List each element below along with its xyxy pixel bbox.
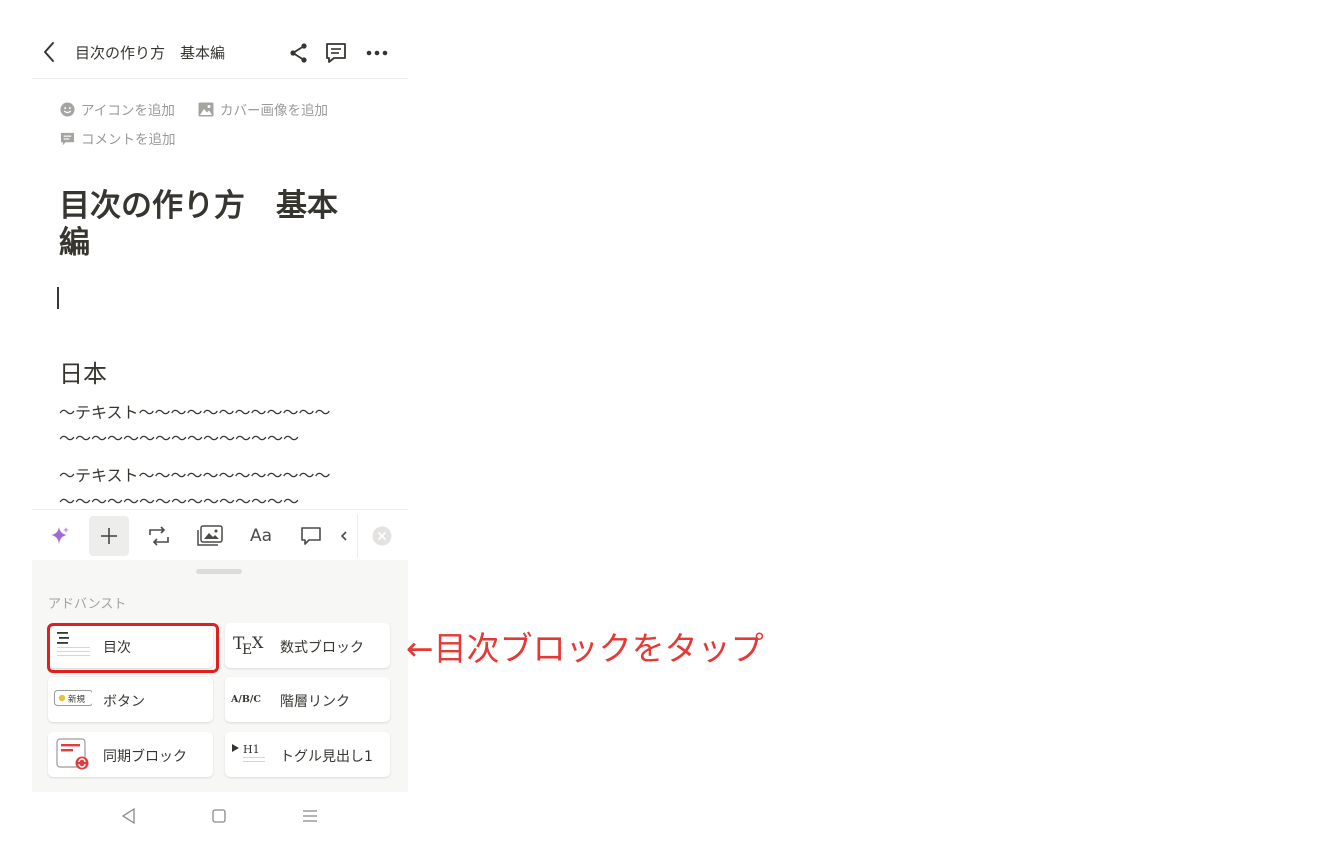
text-style-button[interactable]: Aa — [241, 516, 281, 556]
text-cursor — [57, 287, 59, 309]
block-option-label: トグル見出し1 — [280, 749, 373, 765]
add-icon-button[interactable]: アイコンを追加 — [60, 99, 175, 119]
top-bar: 目次の作り方 基本編 — [32, 22, 408, 79]
heading-block[interactable]: 日本 — [59, 354, 107, 389]
add-comment-label: コメントを追加 — [81, 132, 176, 148]
page-title[interactable]: 目次の作り方 基本 編 — [59, 188, 379, 262]
comment-bubble-icon — [60, 132, 75, 145]
scroll-left-button[interactable] — [334, 516, 354, 556]
breadcrumb-icon: A/B/C — [231, 694, 261, 705]
block-option-table-of-contents[interactable]: 目次 — [48, 623, 213, 668]
comment-button[interactable] — [291, 516, 331, 556]
header-title: 目次の作り方 基本編 — [75, 44, 226, 62]
button-badge-icon: 新規 — [54, 690, 92, 706]
chevron-left-icon — [340, 531, 347, 541]
block-option-math-block[interactable]: TEX 数式ブロック — [225, 623, 390, 668]
sparkle-icon — [51, 527, 69, 544]
annotation-text: ←目次ブロックをタップ — [406, 629, 764, 668]
svg-text:H1: H1 — [243, 743, 260, 756]
block-option-synced-block[interactable]: 同期ブロック — [48, 732, 213, 777]
block-option-label: 階層リンク — [280, 694, 350, 710]
nav-back-icon[interactable] — [119, 806, 139, 826]
svg-text:新規: 新規 — [68, 694, 86, 705]
add-block-button[interactable] — [89, 516, 129, 556]
gallery-icon — [197, 525, 223, 546]
synced-block-icon — [56, 738, 89, 770]
block-option-breadcrumb[interactable]: A/B/C 階層リンク — [225, 677, 390, 722]
add-icon-label: アイコンを追加 — [81, 103, 175, 119]
system-nav-bar — [32, 792, 408, 842]
editor-toolbar: Aa — [32, 509, 408, 562]
image-icon — [198, 102, 214, 116]
comment-icon — [301, 527, 321, 545]
text-block[interactable]: 〜テキスト〜〜〜〜〜〜〜〜〜〜〜〜 〜〜〜〜〜〜〜〜〜〜〜〜〜〜〜 — [59, 400, 331, 452]
add-cover-button[interactable]: カバー画像を追加 — [198, 99, 328, 119]
close-circle-icon — [372, 526, 392, 546]
nav-home-icon[interactable] — [209, 806, 229, 826]
share-icon[interactable] — [288, 42, 310, 64]
add-cover-label: カバー画像を追加 — [220, 103, 328, 119]
close-toolbar-button[interactable] — [362, 516, 402, 556]
smiley-icon — [60, 101, 75, 117]
media-button[interactable] — [190, 516, 230, 556]
more-icon[interactable] — [364, 42, 390, 64]
phone-screen: 目次の作り方 基本編 アイコンを追加 カバー画像を追加 コメントを追加 目次の作… — [32, 22, 408, 842]
text-block[interactable]: 〜テキスト〜〜〜〜〜〜〜〜〜〜〜〜 〜〜〜〜〜〜〜〜〜〜〜〜〜〜〜 — [59, 463, 331, 515]
toolbar-divider — [357, 514, 358, 558]
block-option-label: 数式ブロック — [280, 640, 364, 656]
section-label: アドバンスト — [48, 597, 127, 612]
drag-handle[interactable] — [196, 569, 242, 574]
block-option-label: ボタン — [103, 694, 145, 710]
block-option-label: 同期ブロック — [103, 749, 187, 765]
turn-into-icon — [149, 526, 169, 546]
block-menu-sheet: アドバンスト 目次 TEX 数式ブロック 新規 ボタン A/B/C 階層リンク … — [32, 560, 408, 792]
svg-text:A/B/C: A/B/C — [231, 694, 261, 705]
table-of-contents-icon — [57, 632, 90, 656]
block-option-toggle-heading-1[interactable]: H1 トグル見出し1 — [225, 732, 390, 777]
tex-icon: TE X — [233, 633, 264, 658]
add-comment-button[interactable]: コメントを追加 — [60, 128, 176, 148]
ai-sparkle-button[interactable] — [40, 516, 80, 556]
toggle-heading-icon: H1 — [232, 743, 265, 762]
turn-into-button[interactable] — [139, 516, 179, 556]
comment-icon[interactable] — [324, 41, 348, 65]
svg-text:E: E — [242, 642, 252, 658]
plus-icon — [101, 528, 117, 544]
nav-recents-icon[interactable] — [300, 806, 320, 826]
block-option-label: 目次 — [103, 640, 131, 656]
block-option-button[interactable]: 新規 ボタン — [48, 677, 213, 722]
back-arrow-icon[interactable] — [40, 40, 60, 64]
svg-text:X: X — [252, 633, 264, 652]
